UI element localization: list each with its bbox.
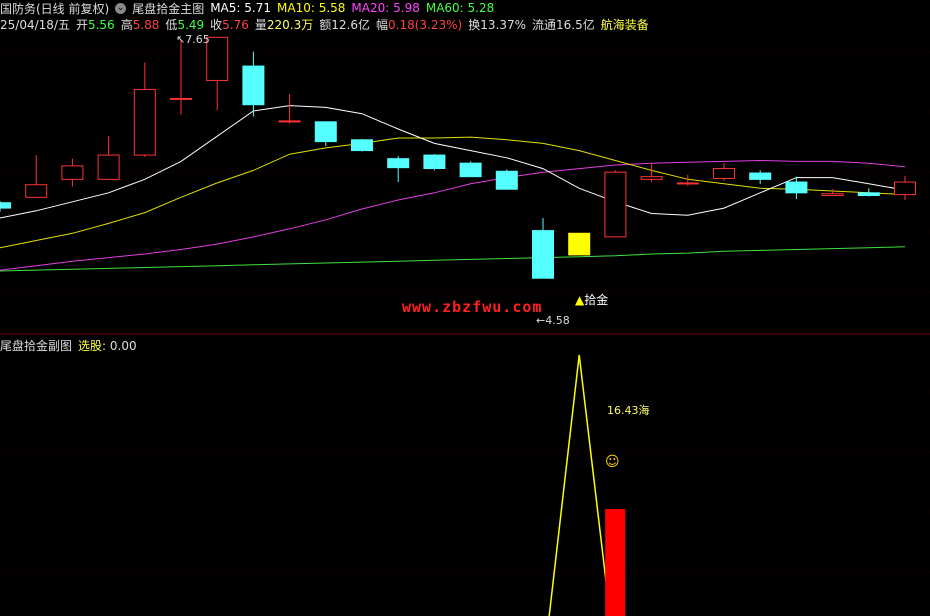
candle-body (423, 154, 446, 170)
indicator-spike-line (548, 354, 607, 616)
candle-body (640, 176, 663, 180)
candle-body (713, 168, 735, 179)
select-readout: 选股: 0.00 (78, 338, 137, 353)
candle-body (0, 202, 11, 209)
candle-body (387, 158, 410, 169)
sub-title[interactable]: 尾盘拾金副图 (0, 337, 72, 354)
sub-header: 尾盘拾金副图 选股: 0.00 (0, 337, 137, 353)
candle-body (894, 181, 916, 196)
candle-body (314, 121, 337, 143)
candle-body (242, 65, 265, 106)
candle-body (25, 184, 48, 198)
candle-body (568, 232, 591, 256)
indicator-bar (605, 509, 626, 616)
candle-body (857, 192, 880, 197)
watermark-text: www.zbzfwu.com (402, 298, 543, 316)
triangle-up-icon: ▲ (575, 293, 585, 307)
candle-body (821, 193, 844, 197)
signal-label: ▲拾金 (575, 293, 609, 307)
candle-body (97, 154, 120, 180)
candle-body (278, 120, 301, 123)
candle-body (61, 165, 84, 180)
candle-body (604, 171, 627, 238)
ma60-line (0, 246, 906, 272)
candle-body (495, 170, 518, 190)
candle-body (133, 88, 156, 156)
candle-body (532, 230, 554, 279)
sub-value-label: 16.43海 (607, 404, 650, 417)
candle-body (676, 182, 699, 185)
candle-body (785, 181, 808, 194)
smiley-icon: ☺ (605, 454, 620, 470)
high-price-marker: ↖7.65 (176, 33, 210, 46)
candle-body (351, 139, 373, 152)
candle-body (459, 162, 482, 178)
candle-body (170, 97, 192, 100)
candle-body (206, 36, 229, 81)
candle-body (749, 172, 772, 180)
